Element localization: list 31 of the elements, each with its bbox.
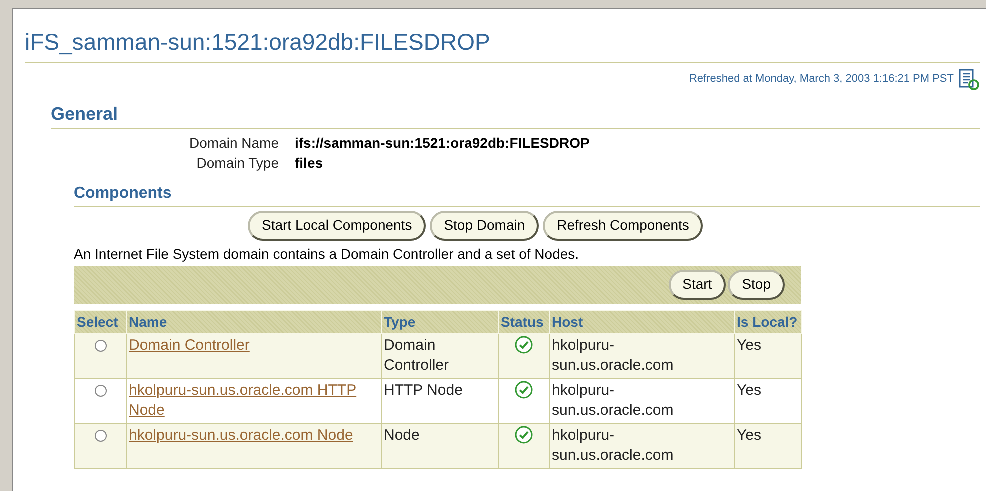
action-button[interactable]: Stop Domain — [430, 210, 540, 240]
column-header: Host — [550, 310, 734, 333]
column-header: Name — [126, 310, 382, 333]
row-radio[interactable] — [94, 340, 106, 352]
refresh-document-icon[interactable] — [958, 68, 980, 90]
action-button[interactable]: Start — [668, 270, 726, 300]
table-cell: Yes — [734, 423, 802, 468]
column-header: Select — [74, 310, 126, 333]
page-title: iFS_samman-sun:1521:ora92db:FILESDROP — [25, 29, 490, 55]
column-header: Is Local? — [734, 310, 802, 333]
table-cell: hkolpuru-sun.us.oracle.com — [550, 423, 734, 468]
column-header: Status — [498, 310, 550, 333]
row-radio[interactable] — [94, 384, 106, 396]
table-cell: Yes — [734, 378, 802, 423]
column-header: Type — [382, 310, 498, 333]
refresh-timestamp: Refreshed at Monday, March 3, 2003 1:16:21 PM PST — [689, 72, 954, 88]
table-cell: Node — [382, 423, 498, 468]
field-value: ifs://samman-sun:1521:ora92db:FILESDROP — [295, 134, 590, 153]
description-text: An Internet File System domain contains a Domain Controller and a set of Nodes. — [74, 244, 580, 264]
action-button[interactable]: Refresh Components — [543, 210, 704, 240]
field-value: files — [295, 154, 324, 173]
table-cell: Domain Controller — [382, 333, 498, 378]
field-label: Domain Type — [196, 154, 279, 173]
section-heading: Components — [74, 184, 172, 202]
action-button[interactable]: Start Local Components — [248, 210, 426, 240]
table-cell: HTTP Node — [382, 378, 498, 423]
field-label: Domain Name — [188, 134, 279, 153]
action-button[interactable]: Stop — [728, 270, 785, 300]
row-radio[interactable] — [94, 430, 106, 442]
section-heading: General — [51, 104, 118, 124]
table-cell: Yes — [734, 333, 802, 378]
